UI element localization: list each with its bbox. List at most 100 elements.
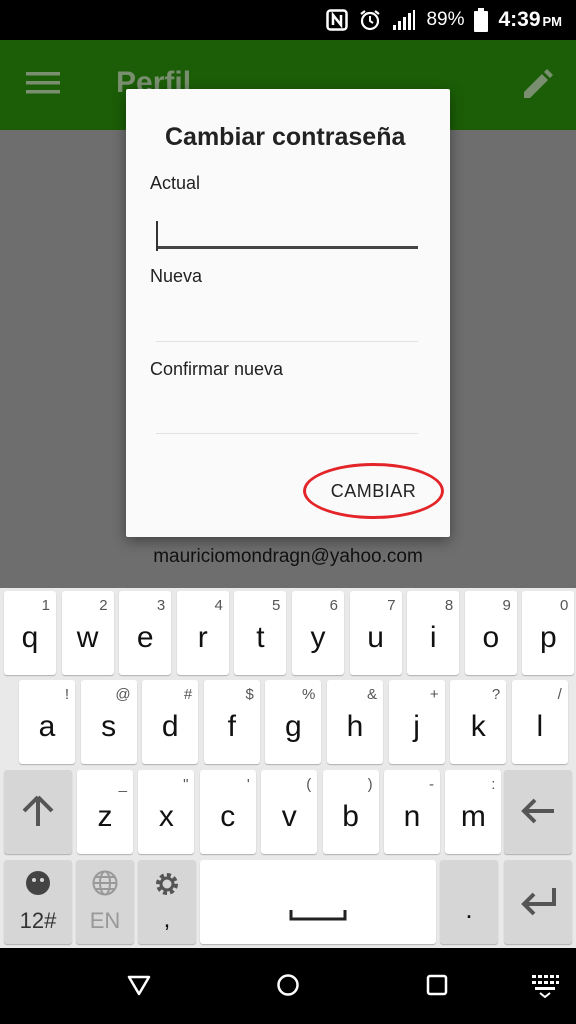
home-icon[interactable]	[275, 972, 301, 1003]
key-label: y	[310, 621, 326, 654]
enter-key[interactable]	[504, 860, 572, 944]
recents-icon[interactable]	[424, 972, 450, 1003]
pencil-icon[interactable]	[520, 68, 554, 107]
key-g[interactable]: % g	[265, 680, 322, 764]
key-p[interactable]: 0p	[522, 591, 575, 675]
key-secondary-label: &	[366, 686, 377, 703]
current-password-label: Actual	[150, 173, 201, 193]
backspace-icon	[504, 796, 572, 831]
key-label: n	[403, 800, 421, 833]
key-i[interactable]: 8i	[407, 591, 460, 675]
key-j[interactable]: + j	[388, 680, 445, 764]
key-secondary-label: -	[429, 776, 434, 793]
key-secondary-label: '	[246, 776, 250, 793]
key-q[interactable]: 1q	[4, 591, 56, 675]
change-password-dialog: Cambiar contraseña Actual Nueva Confirma…	[126, 89, 450, 537]
keyboard-icon[interactable]	[530, 972, 560, 1003]
key-secondary-label: 2	[99, 597, 108, 614]
comma-key[interactable]: ,	[138, 860, 196, 944]
key-secondary-label: /	[557, 686, 562, 703]
clock: 4:39 PM	[498, 8, 562, 31]
symbols-key[interactable]: 12#	[4, 860, 72, 944]
key-w[interactable]: 2w	[61, 591, 114, 675]
key-label: z	[97, 800, 113, 833]
key-secondary-label: #	[183, 686, 193, 703]
key-secondary-label: 1	[41, 597, 50, 614]
shift-icon	[4, 794, 72, 833]
key-k[interactable]: ? k	[450, 680, 507, 764]
space-key[interactable]	[200, 860, 436, 944]
key-label: d	[161, 710, 179, 743]
key-label: k	[470, 710, 486, 743]
emoji-icon	[4, 870, 72, 901]
key-secondary-label: _	[118, 776, 127, 793]
key-l[interactable]: / l	[511, 680, 568, 764]
key-secondary-label: $	[245, 686, 254, 703]
key-secondary-label: !	[64, 686, 69, 703]
key-v[interactable]: (v	[261, 770, 318, 854]
key-label: i	[429, 621, 437, 654]
change-password-button[interactable]: CAMBIAR	[303, 463, 444, 519]
current-password-input[interactable]	[156, 219, 418, 251]
key-z[interactable]: _ z	[77, 770, 133, 854]
key-s[interactable]: @ s	[80, 680, 137, 764]
back-icon[interactable]	[126, 972, 152, 1003]
key-secondary-label: 0	[560, 597, 569, 614]
key-label: c	[220, 800, 236, 833]
key-label: j	[413, 710, 420, 743]
key-d[interactable]: # d	[142, 680, 199, 764]
key-h[interactable]: & h	[327, 680, 383, 764]
key-label: f	[227, 710, 236, 743]
key-x[interactable]: " x	[138, 770, 195, 854]
text-cursor	[156, 221, 158, 251]
key-secondary-label: ?	[491, 686, 501, 703]
key-e[interactable]: 3e	[119, 591, 172, 675]
backspace-key[interactable]	[504, 770, 572, 854]
key-b[interactable]: ) b	[322, 770, 379, 854]
key-secondary-label: 8	[444, 597, 454, 614]
key-n[interactable]: -n	[384, 770, 440, 854]
key-u[interactable]: 7u	[349, 591, 402, 675]
nfc-icon	[326, 9, 349, 31]
key-secondary-label: :	[491, 776, 496, 793]
navigation-bar	[0, 948, 576, 1024]
key-label: v	[281, 800, 297, 833]
new-password-input[interactable]	[156, 312, 418, 342]
key-y[interactable]: 6y	[292, 591, 344, 675]
key-o[interactable]: 9o	[464, 591, 517, 675]
key-r[interactable]: 4r	[176, 591, 229, 675]
key-label: t	[256, 621, 265, 654]
key-secondary-label: @	[115, 686, 131, 703]
key-t[interactable]: 5t	[234, 591, 287, 675]
key-f[interactable]: $ f	[203, 680, 260, 764]
key-secondary-label: "	[183, 776, 189, 793]
language-label: EN	[89, 908, 121, 933]
key-secondary-label: %	[302, 686, 316, 703]
hamburger-menu-icon[interactable]	[26, 70, 60, 101]
key-label: g	[285, 710, 302, 743]
confirm-password-input[interactable]	[156, 404, 418, 434]
key-label: h	[346, 710, 364, 743]
key-label: w	[76, 621, 99, 654]
shift-key[interactable]	[4, 770, 72, 854]
keyboard: 1q2w3e4r5t6y7u8i9o0p ! a @ s # d $ f% g & h + j? k / l …	[0, 588, 576, 948]
key-label: x	[158, 800, 174, 833]
period-key[interactable]: .	[440, 860, 498, 944]
signal-icon	[392, 9, 416, 31]
key-label: e	[136, 621, 154, 654]
dialog-title: Cambiar contraseña	[165, 123, 406, 151]
key-c[interactable]: ' c	[199, 770, 256, 854]
comma-label: ,	[163, 906, 171, 933]
space-icon	[200, 908, 436, 927]
key-secondary-label: 3	[156, 597, 166, 614]
key-a[interactable]: ! a	[19, 680, 75, 764]
key-label: o	[482, 621, 500, 654]
alarm-icon	[358, 8, 382, 32]
battery-percent: 89%	[426, 9, 465, 30]
key-secondary-label: 5	[272, 597, 281, 614]
language-key[interactable]: EN	[76, 860, 134, 944]
status-bar: 89% 4:39 PM	[0, 0, 576, 40]
settings-icon	[138, 870, 196, 903]
key-m[interactable]: :m	[445, 770, 502, 854]
key-secondary-label: (	[306, 776, 312, 793]
